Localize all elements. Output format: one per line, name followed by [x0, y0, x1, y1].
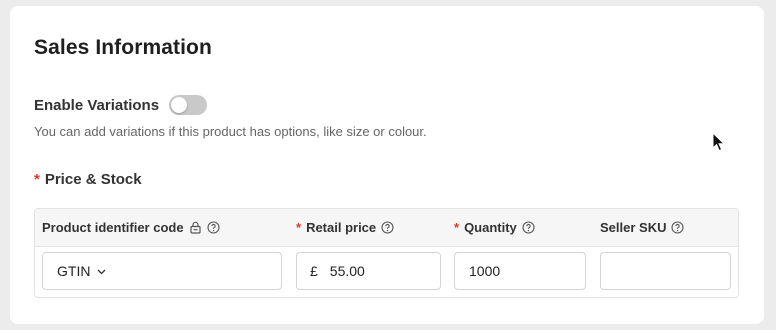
- retail-price-field[interactable]: £: [296, 252, 441, 290]
- required-marker: *: [34, 171, 40, 188]
- price-stock-title-text: Price & Stock: [44, 171, 142, 188]
- help-icon[interactable]: [671, 221, 685, 234]
- column-header-quantity: * Quantity: [454, 209, 535, 246]
- enable-variations-toggle[interactable]: [169, 95, 208, 115]
- retail-price-input[interactable]: [329, 263, 440, 279]
- price-stock-title: * Price & Stock: [34, 171, 142, 188]
- seller-sku-input[interactable]: [601, 263, 730, 279]
- lock-icon: [189, 221, 202, 234]
- toggle-knob: [171, 97, 188, 113]
- variations-helper-text: You can add variations if this product h…: [34, 124, 427, 139]
- mouse-pointer-icon: [712, 131, 726, 157]
- help-icon[interactable]: [522, 221, 535, 234]
- table-row: GTIN £: [35, 247, 738, 297]
- column-header-label: Retail price: [306, 220, 377, 235]
- table-header: Product identifier code * Retail price *…: [35, 209, 738, 247]
- required-marker: *: [454, 220, 460, 235]
- column-header-identifier: Product identifier code: [42, 209, 220, 246]
- variations-row: Enable Variations: [34, 95, 208, 115]
- column-header-seller-sku: Seller SKU: [600, 209, 685, 246]
- section-title: Sales Information: [34, 36, 212, 59]
- help-icon[interactable]: [381, 221, 394, 234]
- seller-sku-field[interactable]: [600, 252, 731, 290]
- column-header-retail-price: * Retail price: [296, 209, 394, 246]
- chevron-down-icon: [96, 266, 107, 277]
- enable-variations-label: Enable Variations: [34, 96, 160, 114]
- quantity-field[interactable]: [454, 252, 586, 290]
- column-header-label: Product identifier code: [42, 220, 184, 235]
- column-header-label: Quantity: [464, 220, 517, 235]
- help-icon[interactable]: [207, 221, 220, 234]
- identifier-type-select[interactable]: GTIN: [42, 252, 282, 290]
- price-stock-table: Product identifier code * Retail price *…: [34, 208, 739, 298]
- column-header-label: Seller SKU: [600, 220, 667, 235]
- sales-information-card: Sales Information Enable Variations You …: [10, 6, 764, 324]
- quantity-input[interactable]: [455, 263, 585, 279]
- identifier-type-value: GTIN: [57, 263, 91, 279]
- required-marker: *: [296, 220, 302, 235]
- currency-symbol: £: [310, 263, 318, 279]
